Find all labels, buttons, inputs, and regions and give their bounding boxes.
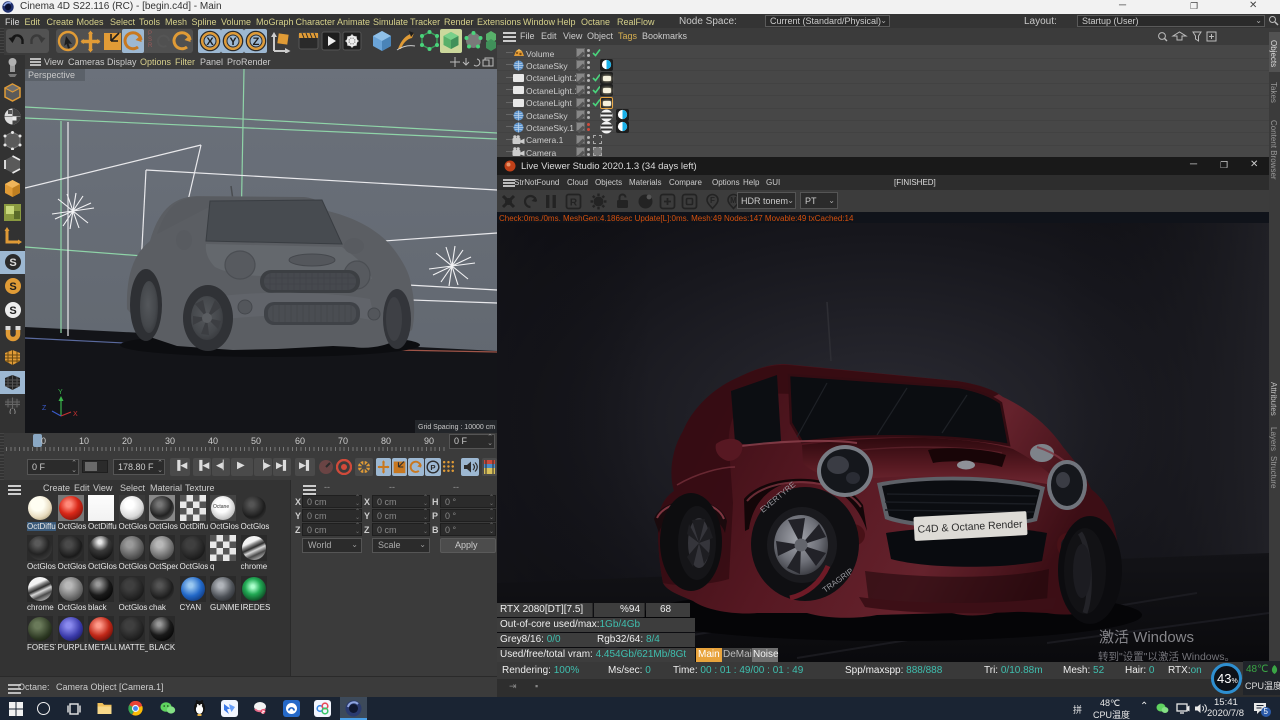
svg-text:激活 Windows: 激活 Windows	[1099, 629, 1194, 646]
svg-text:X: X	[73, 411, 78, 418]
svg-text:Z: Z	[253, 36, 260, 48]
svg-text:( ): ( )	[9, 409, 16, 414]
svg-text:Z: Z	[42, 405, 47, 412]
svg-text:Y: Y	[229, 36, 237, 48]
svg-text:R: R	[570, 198, 578, 209]
svg-text:转到"设置"以激活 Windows。: 转到"设置"以激活 Windows。	[1098, 650, 1235, 662]
svg-text:Grid Spacing : 10000 cm: Grid Spacing : 10000 cm	[418, 424, 495, 431]
svg-text:S: S	[9, 281, 16, 293]
svg-text:S: S	[9, 305, 16, 317]
svg-text:F: F	[710, 196, 715, 205]
svg-text:Perspective: Perspective	[28, 70, 75, 80]
svg-text:X: X	[206, 36, 214, 48]
svg-text:P: P	[430, 463, 435, 472]
svg-text:Y: Y	[58, 389, 63, 396]
svg-text:S: S	[9, 257, 16, 269]
